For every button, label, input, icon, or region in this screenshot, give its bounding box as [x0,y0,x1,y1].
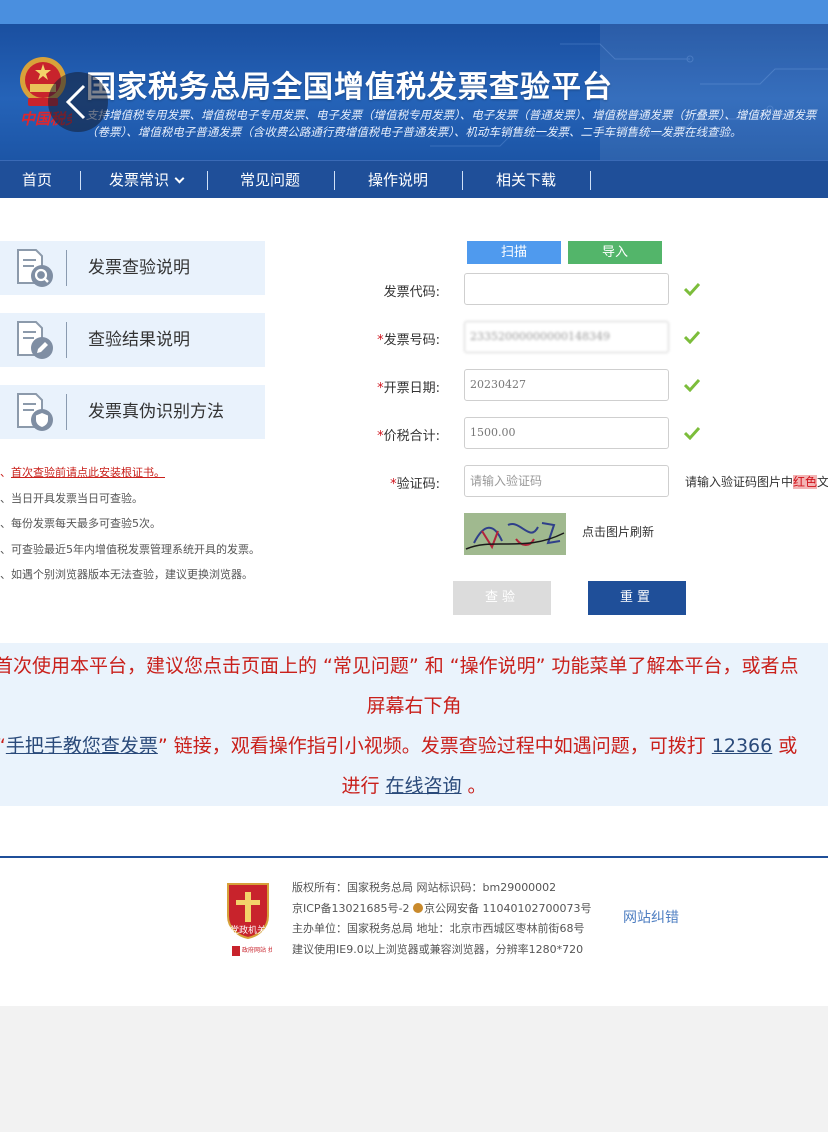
footer-copyright: 版权所有：国家税务总局 网站标识码：bm29000002 [292,881,557,894]
chevron-left-icon [65,84,86,120]
list-item: 、每份发票每天最多可查验5次。 [0,517,161,530]
issue-date-label: *开票日期: [377,381,440,396]
invoice-code-label: 发票代码: [383,285,440,300]
check-icon [684,378,700,392]
sidebar-card-label: 发票查验说明 [88,258,190,278]
reset-button[interactable]: 重置 [588,581,686,615]
browser-top-strip [0,0,828,24]
nav-home[interactable]: 首页 [22,161,52,199]
check-button[interactable]: 查验 [453,581,551,615]
nav-invoice-knowledge[interactable]: 发票常识 [109,161,185,199]
main-content: 发票查验说明 查验结果说明 发票真伪识别方法 、首次查验前请点此安装根证书。 、… [0,198,828,856]
import-button[interactable]: 导入 [568,241,662,264]
notice-line-2: 屏幕右下角 [366,695,462,717]
captcha-label: *验证码: [390,477,440,492]
captcha-hint-color: 红色 [793,475,818,489]
notice-line-4: 进行 在线咨询 。 [341,775,487,797]
document-shield-icon [17,393,53,431]
total-amount-label: *价税合计: [377,429,440,444]
svg-text:党政机关: 党政机关 [230,924,266,936]
captcha-hint: 请输入验证码图片中红色文 [685,475,828,489]
footer-icp: 京ICP备13021685号-2 京公网安备 11040102700073号 [292,901,592,915]
invoice-number-input[interactable]: 23352000000000148349 [464,321,669,353]
sidebar-card-authenticity[interactable]: 发票真伪识别方法 [0,385,265,439]
nav-separator [80,171,81,190]
notice-line-3: “手把手教您查发票” 链接，观看操作指引小视频。发票查验过程中如遇问题，可拨打 … [0,735,798,757]
sidebar-card-result-guide[interactable]: 查验结果说明 [0,313,265,367]
sidebar-card-check-guide[interactable]: 发票查验说明 [0,241,265,295]
note-install-certificate[interactable]: 、首次查验前请点此安装根证书。 [0,460,290,486]
card-divider [66,394,67,430]
captcha-input[interactable]: 请输入验证码 [464,465,669,497]
card-divider [66,322,67,358]
nav-separator [462,171,463,190]
notice-panel: 首次使用本平台，建议您点击页面上的 “常见问题” 和 “操作说明” 功能菜单了解… [0,643,828,806]
check-icon [684,426,700,440]
footer-browser-tip: 建议使用IE9.0以上浏览器或兼容浏览器，分辨率1280*720 [292,942,584,956]
footer-organizer: 主办单位：国家税务总局 地址：北京市西城区枣林前街68号 [292,922,585,935]
hotline-link[interactable]: 12366 [712,735,772,757]
notes-list: 、首次查验前请点此安装根证书。 、当日开具发票当日可查验。 、每份发票每天最多可… [0,460,290,588]
site-footer: 党政机关 政府网站 找错 版权所有：国家税务总局 网站标识码：bm2900000… [0,856,828,1006]
list-item: 、可查验最近5年内增值税发票管理系统开具的发票。 [0,542,260,556]
nav-separator [334,171,335,190]
sidebar-card-label: 查验结果说明 [88,330,190,350]
invoice-code-input[interactable] [464,273,669,305]
chevron-down-icon [174,173,185,184]
total-amount-input[interactable]: 1500.00 [464,417,669,449]
main-nav: 首页 发票常识 常见问题 操作说明 相关下载 [0,160,828,198]
captcha-refresh-text[interactable]: 点击图片刷新 [582,523,654,540]
police-badge-icon [413,902,424,913]
site-title: 国家税务总局全国增值税发票查验平台 [86,70,613,105]
svg-text:政府网站 找错: 政府网站 找错 [242,946,272,954]
nav-invoice-knowledge-label: 发票常识 [109,171,170,189]
scan-button[interactable]: 扫描 [467,241,561,264]
gov-site-badge-icon[interactable]: 党政机关 政府网站 找错 [224,880,272,962]
site-header: 中国税务 国家税务总局全国增值税发票查验平台 支持增值税专用发票、增值税电子专用… [0,24,828,160]
nav-downloads[interactable]: 相关下载 [496,161,556,199]
issue-date-input[interactable]: 20230427 [464,369,669,401]
online-consult-link[interactable]: 在线咨询 [385,775,461,797]
check-icon [684,282,700,296]
list-item: 、如遇个别浏览器版本无法查验，建议更换浏览器。 [0,568,253,581]
tutorial-video-link[interactable]: 手把手教您查发票 [6,735,158,757]
site-description: 支持增值税专用发票、增值税电子专用发票、电子发票（增值税专用发票）、电子发票（普… [86,108,817,139]
invoice-number-label: *发票号码: [377,333,440,348]
captcha-image[interactable] [464,513,566,555]
footer-info: 版权所有：国家税务总局 网站标识码：bm29000002 京ICP备130216… [292,878,592,960]
nav-separator [207,171,208,190]
back-button[interactable] [48,72,108,132]
site-error-report-link[interactable]: 网站纠错 [623,907,679,927]
nav-faq[interactable]: 常见问题 [240,161,300,199]
notice-line-1: 首次使用本平台，建议您点击页面上的 “常见问题” 和 “操作说明” 功能菜单了解… [0,655,799,677]
list-item: 、当日开具发票当日可查验。 [0,491,143,505]
nav-separator [590,171,591,190]
card-divider [66,250,67,286]
nav-instructions[interactable]: 操作说明 [368,161,428,199]
sidebar-card-label: 发票真伪识别方法 [88,402,224,422]
check-icon [684,330,700,344]
document-edit-icon [17,321,53,359]
document-search-icon [17,249,53,287]
